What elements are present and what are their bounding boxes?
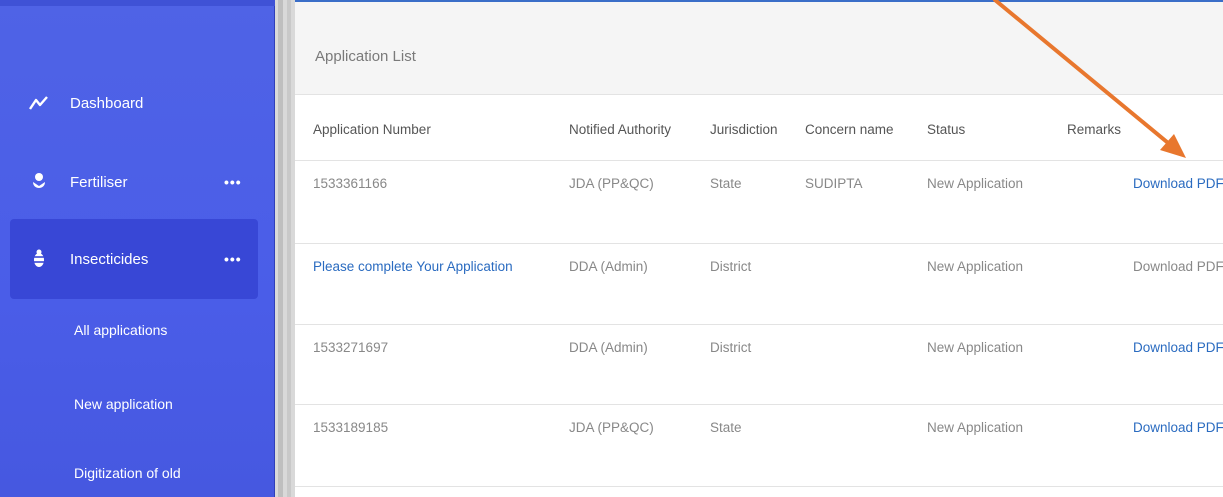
cell-concern-name: SUDIPTA — [805, 176, 863, 191]
cell-authority: DDA (Admin) — [569, 340, 648, 355]
column-header-notified-authority: Notified Authority — [569, 122, 672, 137]
plant-icon — [28, 172, 50, 192]
cell-jurisdiction: District — [710, 340, 752, 355]
bug-icon — [28, 249, 50, 269]
cell-authority: DDA (Admin) — [569, 259, 648, 274]
download-pdf-text: Download PDF — [1133, 259, 1223, 274]
download-pdf-link[interactable]: Download PDF — [1133, 176, 1223, 191]
sidebar-item-label: Insecticides — [70, 250, 149, 268]
sidebar-subitem-digitization[interactable]: Digitization of old — [74, 465, 181, 481]
complete-application-link[interactable]: Please complete Your Application — [313, 259, 513, 274]
download-pdf-link[interactable]: Download PDF — [1133, 340, 1223, 355]
sidebar-item-dashboard[interactable]: Dashboard — [28, 83, 143, 123]
more-icon[interactable]: ••• — [224, 174, 242, 190]
download-pdf-link[interactable]: Download PDF — [1133, 420, 1223, 435]
cell-authority: JDA (PP&QC) — [569, 176, 654, 191]
cell-status: New Application — [927, 176, 1024, 191]
sidebar-item-fertiliser[interactable]: Fertiliser ••• — [28, 162, 241, 202]
row-divider — [295, 404, 1223, 405]
column-header-application-number: Application Number — [313, 122, 431, 137]
cell-jurisdiction: State — [710, 420, 742, 435]
sidebar-subitem-all-applications[interactable]: All applications — [74, 322, 167, 338]
panel-title: Application List — [315, 48, 416, 65]
row-divider — [295, 486, 1223, 487]
column-header-status: Status — [927, 122, 966, 137]
panel-header: Application List — [295, 2, 1223, 95]
row-divider — [295, 160, 1223, 161]
chart-line-icon — [28, 95, 50, 111]
row-divider — [295, 324, 1223, 325]
splitter-bar — [287, 0, 291, 497]
splitter-bar — [278, 0, 283, 497]
cell-jurisdiction: State — [710, 176, 742, 191]
column-header-jurisdiction: Jurisdiction — [710, 122, 778, 137]
cell-authority: JDA (PP&QC) — [569, 420, 654, 435]
sidebar-item-insecticides[interactable]: Insecticides ••• — [28, 239, 241, 279]
sidebar-item-label: Fertiliser — [70, 173, 128, 191]
more-icon[interactable]: ••• — [224, 251, 242, 267]
splitter — [275, 0, 295, 497]
row-divider — [295, 243, 1223, 244]
cell-status: New Application — [927, 259, 1024, 274]
cell-application-number: 1533189185 — [313, 420, 389, 435]
cell-application-number: 1533271697 — [313, 340, 389, 355]
cell-jurisdiction: District — [710, 259, 752, 274]
cell-application-number: 1533361166 — [313, 176, 388, 191]
application-list-panel: Application List Application Number Noti… — [295, 0, 1223, 497]
sidebar: Dashboard Fertiliser ••• Insecticides ••… — [0, 0, 275, 497]
cell-status: New Application — [927, 420, 1024, 435]
sidebar-topbar — [0, 0, 275, 6]
sidebar-subitem-new-application[interactable]: New application — [74, 396, 173, 412]
column-header-concern-name: Concern name — [805, 122, 894, 137]
cell-status: New Application — [927, 340, 1024, 355]
column-header-remarks: Remarks — [1067, 122, 1122, 137]
sidebar-item-label: Dashboard — [70, 94, 144, 112]
